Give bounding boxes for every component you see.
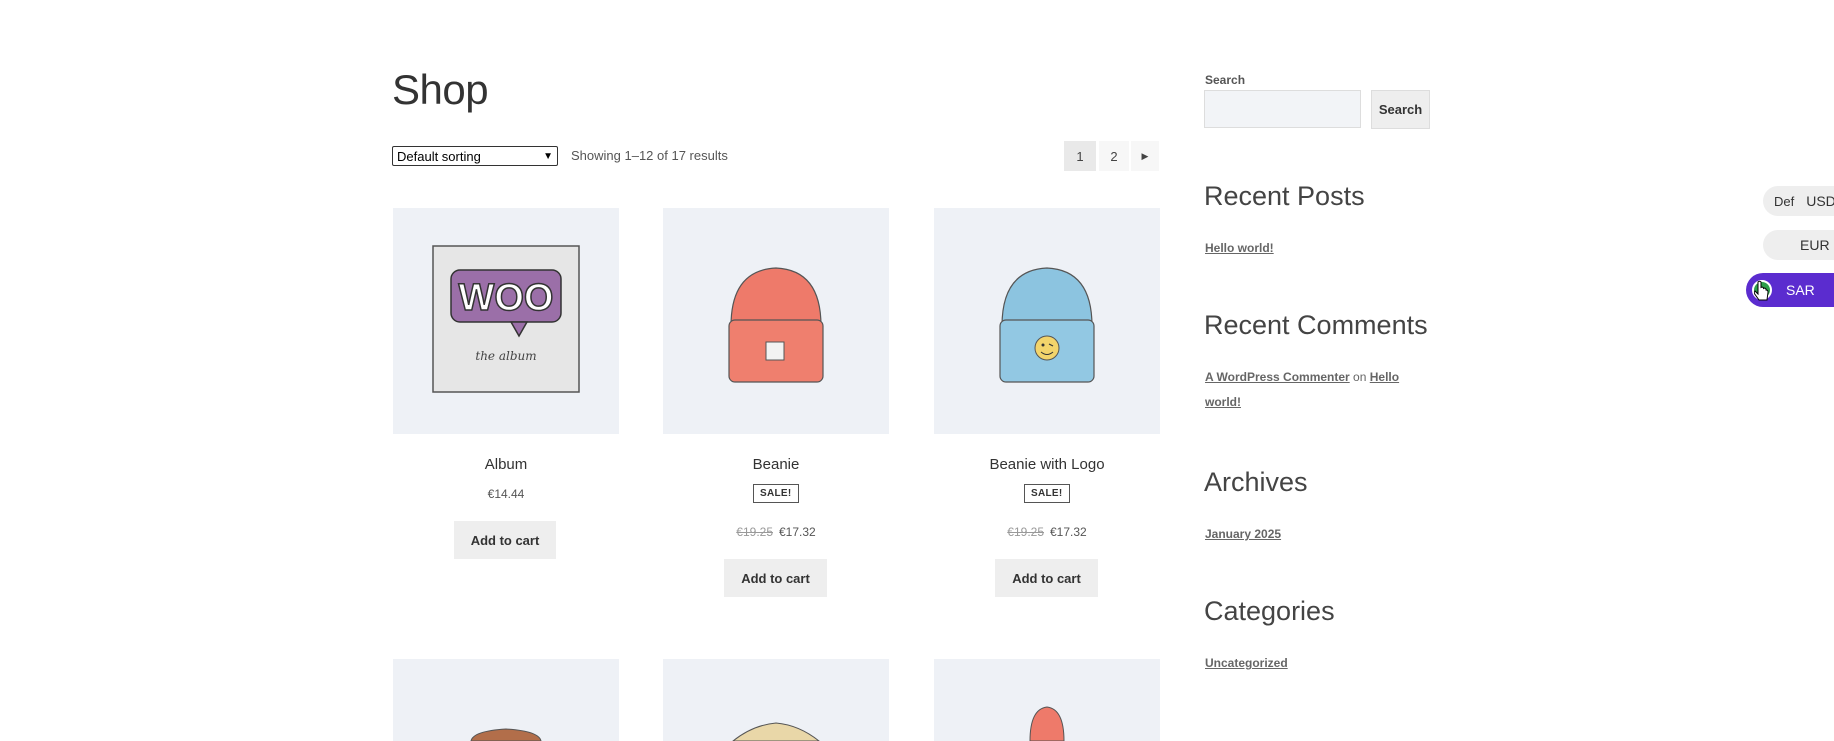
pagination-page-2[interactable]: 2: [1099, 141, 1129, 171]
pagination-page-1[interactable]: 1: [1064, 141, 1096, 171]
archives-title: Archives: [1204, 467, 1308, 497]
beanie-illustration: [728, 267, 824, 383]
search-label: Search: [1205, 73, 1246, 87]
album-caption-text: the album: [475, 349, 536, 363]
product-price-album: €14.44: [487, 487, 525, 501]
product-name-beanie-with-logo[interactable]: Beanie with Logo: [934, 456, 1160, 473]
album-logo-text: WOO: [459, 277, 554, 319]
triangle-right-icon: ▶: [1141, 150, 1149, 161]
sort-select[interactable]: Default sorting ▼: [392, 146, 558, 166]
comment-on-text: on: [1353, 370, 1367, 384]
sale-price: €17.32: [1050, 525, 1087, 539]
recent-posts-title: Recent Posts: [1204, 181, 1365, 211]
product-illustration: [732, 722, 820, 741]
pagination-next[interactable]: ▶: [1131, 141, 1159, 171]
result-count: Showing 1–12 of 17 results: [571, 148, 728, 163]
currency-code: SAR: [1786, 282, 1815, 298]
recent-comments-title: Recent Comments: [1204, 310, 1428, 340]
search-input[interactable]: [1204, 90, 1361, 128]
chevron-down-icon: ▼: [543, 150, 553, 162]
comment-post-link[interactable]: Hello: [1370, 370, 1399, 384]
archive-link[interactable]: January 2025: [1205, 527, 1281, 541]
sale-badge: SALE!: [753, 484, 799, 503]
regular-price: €19.25: [1007, 525, 1044, 539]
product-name-beanie[interactable]: Beanie: [663, 456, 889, 473]
regular-price: €19.25: [736, 525, 773, 539]
categories-title: Categories: [1204, 596, 1335, 626]
search-button[interactable]: Search: [1371, 90, 1430, 129]
comment-post-link[interactable]: world!: [1205, 395, 1241, 409]
page-title: Shop: [392, 66, 489, 113]
currency-option-eur[interactable]: EUR: [1763, 230, 1834, 260]
category-link[interactable]: Uncategorized: [1205, 656, 1288, 670]
product-image-row2-3[interactable]: [934, 659, 1160, 741]
sort-select-value: Default sorting: [397, 148, 481, 164]
product-image-row2-1[interactable]: [393, 659, 619, 741]
add-to-cart-button-beanie[interactable]: Add to cart: [724, 559, 827, 597]
mouse-cursor-icon: [1753, 280, 1770, 302]
currency-option-usd[interactable]: Def USD: [1763, 186, 1834, 216]
add-to-cart-button-album[interactable]: Add to cart: [454, 521, 556, 559]
comment-author-link[interactable]: A WordPress Commenter: [1205, 370, 1350, 384]
recent-comment-entry: A WordPress Commenter on Hello world!: [1205, 365, 1425, 415]
album-cover-illustration: WOO the album: [432, 245, 580, 393]
beanie-with-logo-illustration: [999, 267, 1095, 383]
product-name-album[interactable]: Album: [393, 456, 619, 473]
product-image-beanie[interactable]: [663, 208, 889, 434]
add-to-cart-button-beanie-with-logo[interactable]: Add to cart: [995, 559, 1098, 597]
product-image-beanie-with-logo[interactable]: [934, 208, 1160, 434]
product-price-beanie-with-logo: €19.25 €17.32: [934, 525, 1160, 539]
currency-code: USD: [1806, 193, 1834, 209]
sale-badge: SALE!: [1024, 484, 1070, 503]
product-price-beanie: €19.25 €17.32: [663, 525, 889, 539]
product-image-album[interactable]: WOO the album: [393, 208, 619, 434]
product-image-row2-2[interactable]: [663, 659, 889, 741]
currency-code: EUR: [1800, 237, 1830, 253]
product-illustration: [1029, 706, 1065, 741]
sale-price: €17.32: [779, 525, 816, 539]
recent-post-link[interactable]: Hello world!: [1205, 241, 1274, 255]
product-illustration: [470, 728, 542, 741]
currency-default-label: Def: [1774, 193, 1795, 209]
